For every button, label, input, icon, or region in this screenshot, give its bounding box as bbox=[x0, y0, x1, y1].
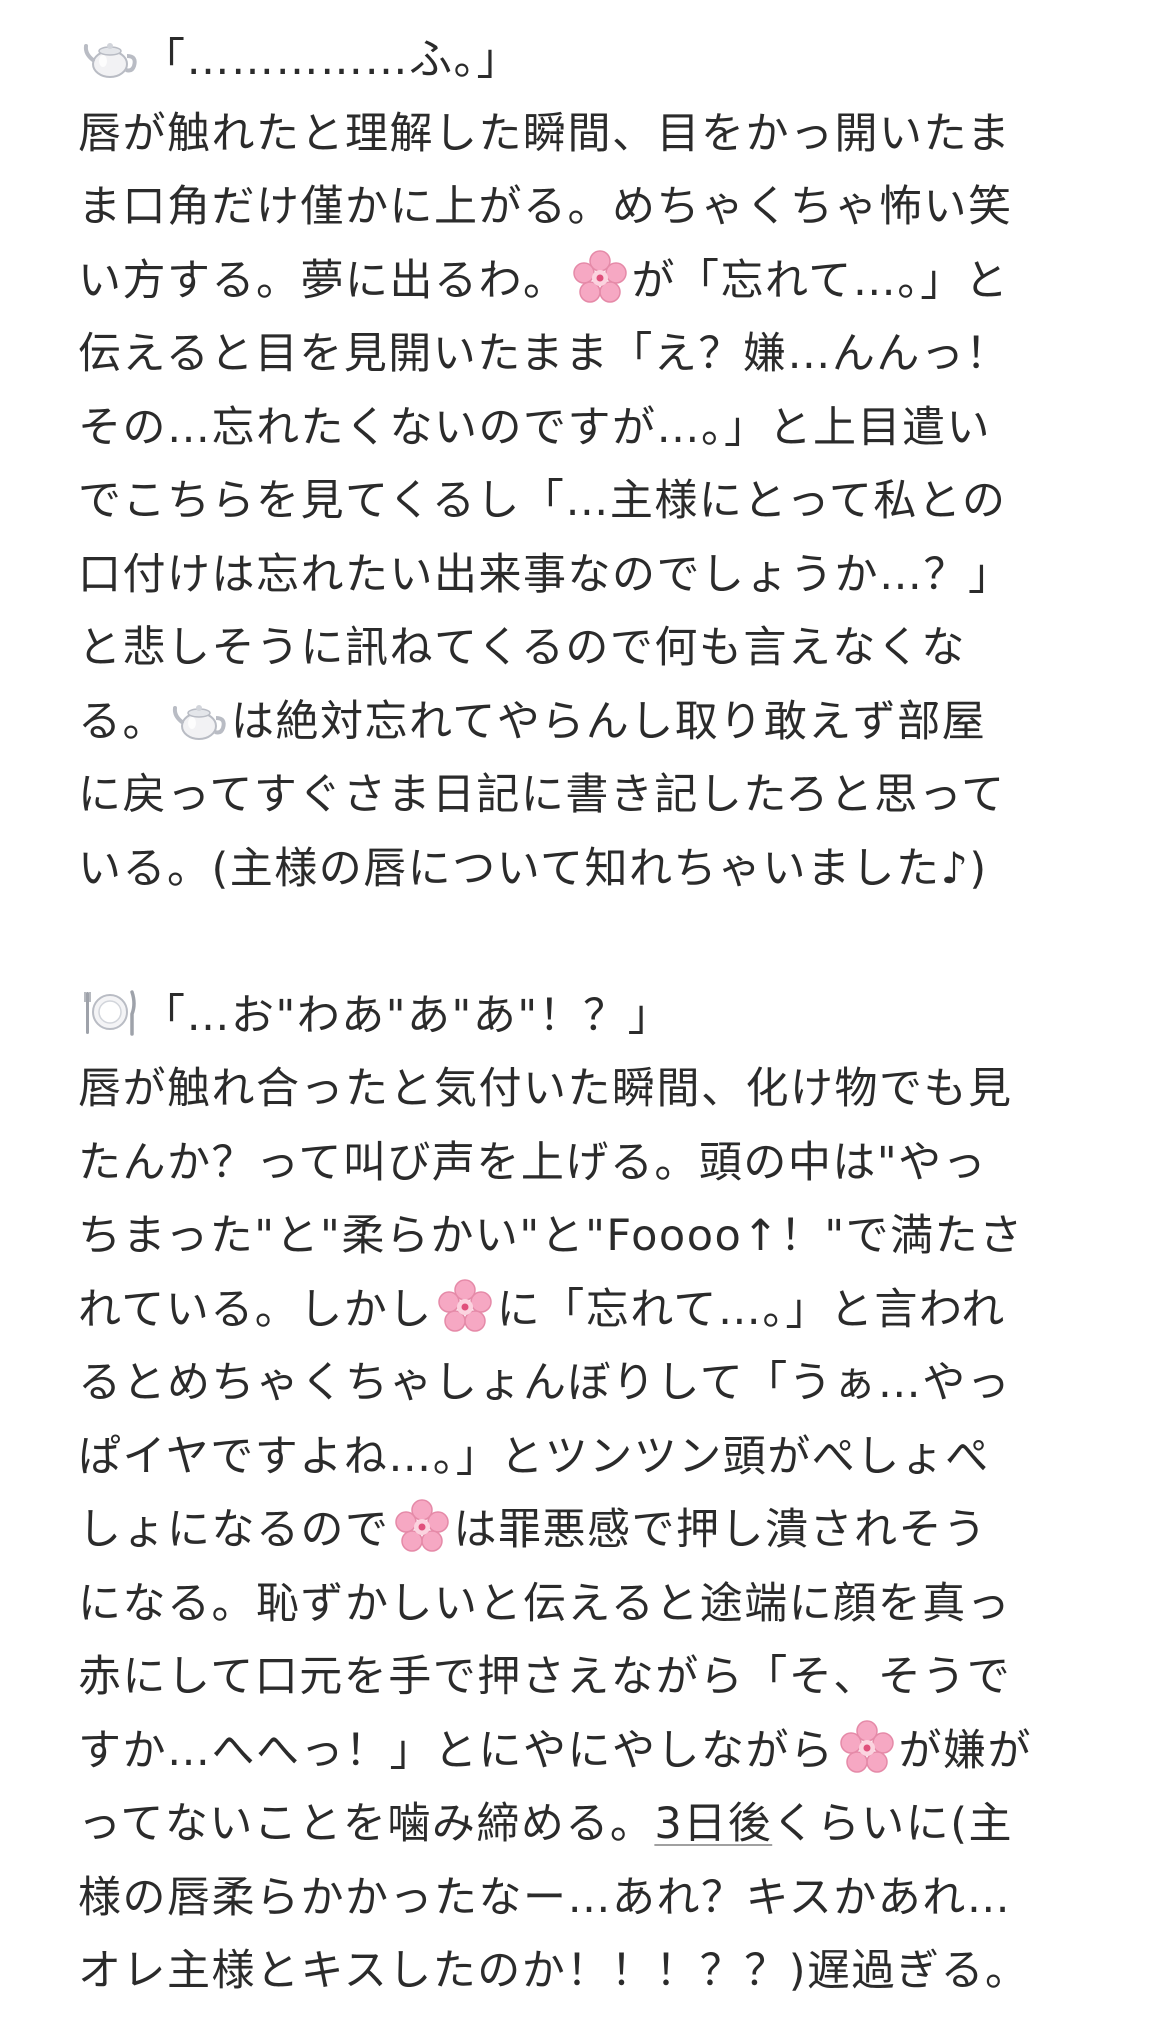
text-line: 唇が触れ合ったと気付いた瞬間、化け物でも見 bbox=[78, 1064, 1013, 1114]
cherry-blossom-icon bbox=[394, 1498, 450, 1554]
text-line: 口付けは忘れたい出来事なのでしょうか…？」 bbox=[78, 549, 1013, 600]
text-segment: が嫌が bbox=[898, 1725, 1032, 1776]
text-line: い方する。夢に出るわ。 が「忘れて…。」と bbox=[78, 245, 1108, 319]
text-line: 様の唇柔らかかったなー…あれ？キスかあれ… bbox=[78, 1872, 1012, 1923]
text-line: に戻ってすぐさま日記に書き記したろと思って bbox=[78, 770, 1006, 820]
text-segment: が「忘れて…。」と bbox=[631, 255, 1010, 306]
text-segment: ってないことを噛み締める。 bbox=[78, 1799, 655, 1849]
quote-line: 「…お"わあ"あ"あ"！？」 bbox=[142, 990, 673, 1041]
text-segment: れている。しかし bbox=[78, 1284, 433, 1335]
quote-line: 「……………ふ。」 bbox=[142, 35, 521, 85]
text-segment: に「忘れて…。」と言われ bbox=[496, 1284, 1006, 1335]
text-segment: しょになるので bbox=[78, 1505, 390, 1555]
text-line: る。 は絶対忘れてやらんし取り敢えず部屋 bbox=[78, 686, 1108, 760]
teapot-icon bbox=[171, 690, 227, 746]
text-line: ま口角だけ僅かに上がる。めちゃくちゃ怖い笑 bbox=[78, 182, 1013, 232]
plate-cutlery-icon bbox=[82, 984, 138, 1040]
text-line: オレ主様とキスしたのか！！！？？)遅過ぎる。 bbox=[78, 1946, 1030, 1996]
text-segment: すか…へへっ！」とにやにやしながら bbox=[78, 1725, 835, 1776]
text-line: でこちらを見てくるし「…主様にとって私との bbox=[78, 476, 1007, 526]
cherry-blossom-icon bbox=[839, 1719, 895, 1775]
text-segment: い方する。夢に出るわ。 bbox=[78, 255, 568, 306]
text-line: いる。(主様の唇について知れちゃいました♪) bbox=[78, 843, 988, 894]
text-line: になる。恥ずかしいと伝えると途端に顔を真っ bbox=[78, 1578, 1012, 1629]
text-line: ぱイヤですよね…。」とツンツン頭がぺしょぺ bbox=[78, 1431, 990, 1482]
text-segment: は絶対忘れてやらんし取り敢えず部屋 bbox=[231, 696, 987, 747]
text-line: るとめちゃくちゃしょんぼりして「うぁ…やっ bbox=[78, 1358, 1012, 1408]
text-line: その…忘れたくないのですが…。」と上目遣い bbox=[78, 402, 991, 453]
text-line: ちまった"と"柔らかい"と"Foooo↑！"で満たさ bbox=[78, 1211, 1024, 1261]
text-line: れている。しかし に「忘れて…。」と言われ bbox=[78, 1274, 1108, 1348]
date-link[interactable]: 3日後 bbox=[654, 1799, 772, 1849]
text-line: たんか？って叫び声を上げる。頭の中は"やっ bbox=[78, 1137, 988, 1188]
teapot-icon bbox=[82, 28, 138, 84]
text-line: しょになるので は罪悪感で押し潰されそう bbox=[78, 1494, 1108, 1568]
cherry-blossom-icon bbox=[572, 249, 628, 305]
cherry-blossom-icon bbox=[437, 1278, 493, 1334]
text-segment: る。 bbox=[78, 696, 167, 747]
text-line: と悲しそうに訊ねてくるので何も言えなくな bbox=[78, 623, 966, 673]
text-line: ってないことを噛み締める。3日後くらいに(主 bbox=[78, 1788, 1108, 1862]
text-segment: は罪悪感で押し潰されそう bbox=[453, 1505, 988, 1555]
text-line: 唇が触れたと理解した瞬間、目をかっ開いたま bbox=[78, 108, 1012, 159]
text-line: すか…へへっ！」とにやにやしながら が嫌が bbox=[78, 1715, 1108, 1789]
text-line: 伝えると目を見開いたまま「え？嫌…んんっ！ bbox=[78, 329, 1010, 379]
post-body: 「……………ふ。」 唇が触れたと理解した瞬間、目をかっ開いたま ま口角だけ僅かに… bbox=[78, 24, 1108, 2009]
text-segment: くらいに(主 bbox=[772, 1799, 1013, 1849]
text-line: 赤にして口元を手で押さえながら「そ、そうで bbox=[78, 1652, 1012, 1702]
text-line: 「……………ふ。」 bbox=[78, 24, 1108, 98]
text-line: 「…お"わあ"あ"あ"！？」 bbox=[78, 980, 1108, 1054]
